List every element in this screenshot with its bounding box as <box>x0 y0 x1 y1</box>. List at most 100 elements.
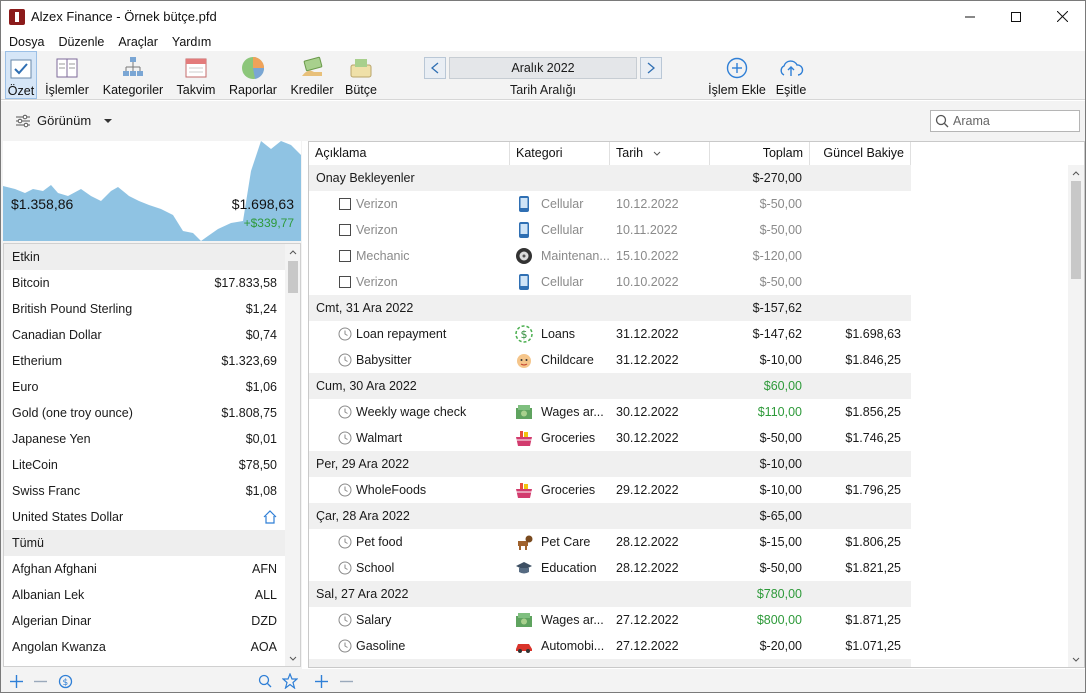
transaction-description: Weekly wage check <box>356 405 467 419</box>
transaction-row[interactable]: Walmart Groceries 30.12.2022 $-50,00 $1.… <box>309 425 911 451</box>
date-group-row[interactable]: Onay Bekleyenler $-270,00 <box>309 165 911 191</box>
column-category[interactable]: Kategori <box>510 142 610 165</box>
view-options-button[interactable]: Görünüm <box>15 113 113 128</box>
transaction-balance: $1.746,25 <box>845 431 901 445</box>
transaction-row[interactable]: Weekly wage check Wages ar... 30.12.2022… <box>309 399 911 425</box>
column-date[interactable]: Tarih <box>610 142 710 165</box>
scrollbar-thumb[interactable] <box>1071 181 1081 279</box>
date-group-row[interactable]: Çar, 28 Ara 2022 $-65,00 <box>309 503 911 529</box>
summary-label: Özet <box>7 84 35 98</box>
date-group-row[interactable]: Per, 29 Ara 2022 $-10,00 <box>309 451 911 477</box>
currency-item[interactable]: Gold (one troy ounce) $1.808,75 <box>4 400 285 426</box>
search-input[interactable]: Arama <box>930 110 1080 132</box>
close-icon <box>1056 11 1068 22</box>
transaction-row[interactable]: School Education 28.12.2022 $-50,00 $1.8… <box>309 555 911 581</box>
scroll-up-icon[interactable] <box>1068 165 1084 181</box>
currency-item[interactable]: Etherium $1.323,69 <box>4 348 285 374</box>
minimize-button[interactable] <box>947 1 993 32</box>
svg-text:$: $ <box>521 328 528 341</box>
exchange-rates-button[interactable]: $ <box>57 673 73 689</box>
currency-item[interactable]: Japanese Yen $0,01 <box>4 426 285 452</box>
menu-edit[interactable]: Düzenle <box>51 35 111 49</box>
date-group-row[interactable]: Cum, 30 Ara 2022 $60,00 <box>309 373 911 399</box>
transactions-button[interactable]: İşlemler <box>43 51 91 99</box>
remove-account-button[interactable] <box>32 673 48 689</box>
sync-button[interactable]: Eşitle <box>773 51 809 99</box>
approve-checkbox[interactable] <box>339 276 351 288</box>
currency-name: Swiss Franc <box>12 484 81 498</box>
currency-item[interactable]: Albanian Lek ALL <box>4 582 285 608</box>
menu-bar: Dosya Düzenle Araçlar Yardım <box>1 32 1085 51</box>
currency-code: AOA <box>250 640 277 654</box>
approve-checkbox[interactable] <box>339 250 351 262</box>
transaction-total: $-50,00 <box>759 275 802 289</box>
column-balance[interactable]: Güncel Bakiye <box>810 142 911 165</box>
currency-item[interactable]: Canadian Dollar $0,74 <box>4 322 285 348</box>
transaction-row[interactable]: Verizon Cellular 10.10.2022 $-50,00 <box>309 269 911 295</box>
chevron-right-icon <box>647 62 655 74</box>
menu-file[interactable]: Dosya <box>1 35 51 49</box>
transaction-row[interactable]: Babysitter Childcare 31.12.2022 $-10,00 … <box>309 347 911 373</box>
add-transaction-button[interactable]: İşlem Ekle <box>707 51 767 99</box>
currency-item[interactable]: Afghan Afghani AFN <box>4 556 285 582</box>
currency-item[interactable]: LiteCoin $78,50 <box>4 452 285 478</box>
transaction-description: Salary <box>356 613 392 627</box>
next-period-button[interactable] <box>640 57 662 79</box>
calendar-button[interactable]: Takvim <box>174 51 218 99</box>
delete-transaction-button[interactable] <box>338 673 354 689</box>
column-total[interactable]: Toplam <box>710 142 810 165</box>
favorites-button[interactable] <box>282 673 298 689</box>
transaction-row[interactable]: Verizon Cellular 10.12.2022 $-50,00 <box>309 191 911 217</box>
menu-tools[interactable]: Araçlar <box>111 35 165 49</box>
loans-button[interactable]: Krediler <box>287 51 337 99</box>
transaction-row[interactable]: Verizon Cellular 10.11.2022 $-50,00 <box>309 217 911 243</box>
currency-list: Etkin Bitcoin $17.833,58 British Pound Ster… <box>3 243 301 667</box>
date-group-row[interactable] <box>309 659 911 667</box>
dog-icon <box>515 533 533 551</box>
add-transaction-bottom-button[interactable] <box>313 673 329 689</box>
currency-item[interactable]: United States Dollar <box>4 504 285 530</box>
currency-item[interactable]: Euro $1,06 <box>4 374 285 400</box>
budget-button[interactable]: Bütçe <box>343 51 379 99</box>
transaction-balance <box>811 217 901 243</box>
date-group-row[interactable]: Sal, 27 Ara 2022 $780,00 <box>309 581 911 607</box>
date-group-row[interactable]: Cmt, 31 Ara 2022 $-157,62 <box>309 295 911 321</box>
approve-checkbox[interactable] <box>339 198 351 210</box>
column-description[interactable]: Açıklama <box>309 142 510 165</box>
categories-button[interactable]: Kategoriler <box>99 51 167 99</box>
add-account-button[interactable] <box>8 673 24 689</box>
scrollbar-thumb[interactable] <box>288 261 298 293</box>
transaction-row[interactable]: Gasoline Automobi... 27.12.2022 $-20,00 … <box>309 633 911 659</box>
transaction-row[interactable]: Mechanic Maintenan... 15.10.2022 $-120,0… <box>309 243 911 269</box>
menu-help[interactable]: Yardım <box>165 35 218 49</box>
group-total: $-65,00 <box>759 509 802 523</box>
currency-item[interactable]: Angolan Kwanza AOA <box>4 634 285 660</box>
scroll-down-icon[interactable] <box>285 650 300 666</box>
maximize-button[interactable] <box>993 1 1039 32</box>
table-scrollbar[interactable] <box>1068 165 1084 667</box>
transaction-row[interactable]: Salary Wages ar... 27.12.2022 $800,00 $1… <box>309 607 911 633</box>
scroll-up-icon[interactable] <box>285 244 300 260</box>
transaction-row[interactable]: WholeFoods Groceries 29.12.2022 $-10,00 … <box>309 477 911 503</box>
transactions-label: İşlemler <box>45 83 89 97</box>
summary-button[interactable]: Özet <box>5 51 37 99</box>
reports-button[interactable]: Raporlar <box>225 51 281 99</box>
currency-item[interactable]: Bitcoin $17.833,58 <box>4 270 285 296</box>
basket-icon <box>515 429 533 447</box>
previous-period-button[interactable] <box>424 57 446 79</box>
currency-name: LiteCoin <box>12 458 58 472</box>
period-selector[interactable]: Aralık 2022 <box>449 57 637 79</box>
currency-item[interactable]: Algerian Dinar DZD <box>4 608 285 634</box>
calendar-icon <box>183 55 209 81</box>
transaction-row[interactable]: Pet food Pet Care 28.12.2022 $-15,00 $1.… <box>309 529 911 555</box>
approve-checkbox[interactable] <box>339 224 351 236</box>
transaction-category: Cellular <box>541 223 584 237</box>
transaction-row[interactable]: Loan repayment $ Loans 31.12.2022 $-147,… <box>309 321 911 347</box>
scroll-down-icon[interactable] <box>1068 651 1084 667</box>
currency-list-scrollbar[interactable] <box>285 244 300 666</box>
search-accounts-button[interactable] <box>257 673 273 689</box>
currency-item[interactable]: Swiss Franc $1,08 <box>4 478 285 504</box>
currency-item[interactable]: British Pound Sterling $1,24 <box>4 296 285 322</box>
group-title: Onay Bekleyenler <box>316 171 415 185</box>
close-button[interactable] <box>1039 1 1085 32</box>
